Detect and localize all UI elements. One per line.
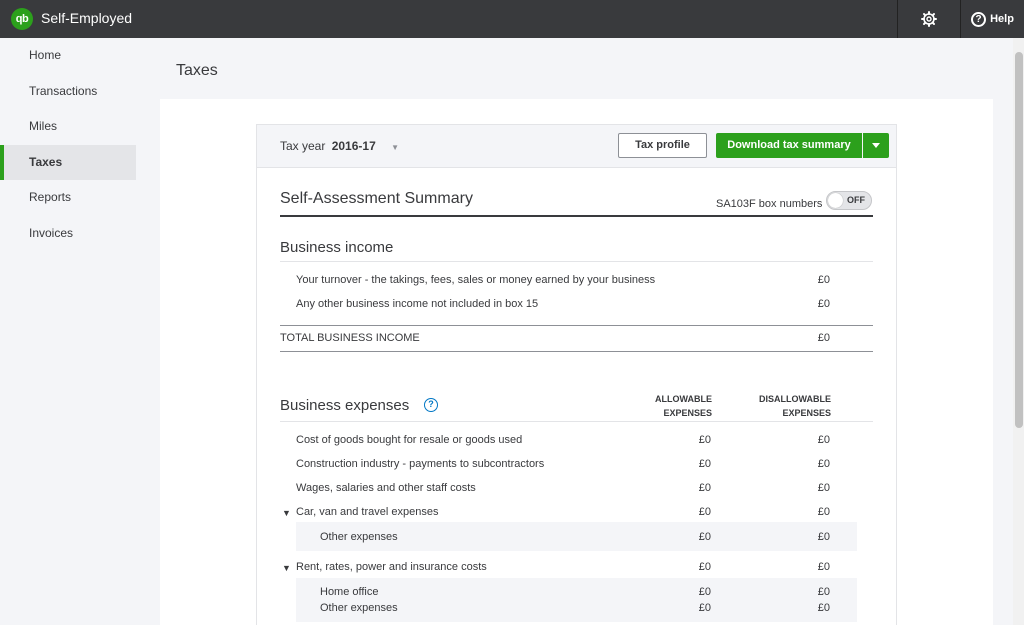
expense-row-label: Cost of goods bought for resale or goods…: [296, 434, 523, 446]
income-row-amount: £0: [817, 298, 830, 310]
sidebar-item-home[interactable]: Home: [0, 38, 136, 74]
divider: [280, 325, 873, 326]
disallowable-amount: £0: [817, 561, 830, 573]
settings-button[interactable]: [897, 0, 959, 38]
gear-icon: [920, 11, 937, 27]
download-options-button[interactable]: [863, 133, 889, 158]
sub-expense-label: Other expenses: [320, 531, 398, 543]
allowable-amount: £0: [698, 586, 711, 598]
col-header-line: ALLOWABLE: [655, 394, 712, 404]
tax-year-value: 2016-17: [331, 139, 376, 153]
help-button[interactable]: ? Help: [960, 0, 1024, 38]
sub-expense-group: [296, 578, 857, 622]
help-icon: ?: [971, 11, 987, 27]
col-header-line: EXPENSES: [663, 408, 712, 418]
income-row-amount: £0: [817, 274, 830, 286]
disallowable-amount: £0: [817, 458, 830, 470]
disallowable-amount: £0: [817, 531, 830, 543]
tax-year-dropdown[interactable]: Tax year 2016-17 ▼: [280, 139, 399, 153]
top-bar: qb Self-Employed ? Help: [0, 0, 1024, 38]
expand-toggle-icon[interactable]: ▼: [282, 563, 291, 573]
tax-year-label: Tax year: [280, 139, 326, 153]
sa103f-toggle[interactable]: OFF: [826, 191, 872, 210]
toggle-knob: [828, 193, 843, 208]
col-header-line: EXPENSES: [782, 408, 831, 418]
allowable-amount: £0: [698, 482, 711, 494]
allowable-amount: £0: [698, 531, 711, 543]
toggle-state: OFF: [847, 195, 865, 205]
expense-row-label: Rent, rates, power and insurance costs: [296, 561, 487, 573]
disallowable-amount: £0: [817, 434, 830, 446]
sub-expense-label: Other expenses: [320, 602, 398, 614]
col-header-line: DISALLOWABLE: [759, 394, 831, 404]
allowable-amount: £0: [698, 458, 711, 470]
chevron-down-icon: [872, 143, 880, 148]
expense-row-label: Wages, salaries and other staff costs: [296, 482, 476, 494]
sub-expense-label: Home office: [320, 586, 379, 598]
disallowable-column-header: DISALLOWABLE EXPENSES: [745, 392, 831, 420]
divider: [280, 351, 873, 352]
disallowable-amount: £0: [817, 602, 830, 614]
allowable-amount: £0: [698, 561, 711, 573]
quickbooks-logo-icon[interactable]: qb: [11, 8, 33, 30]
business-expenses-title: Business expenses: [280, 397, 410, 414]
disallowable-amount: £0: [817, 586, 830, 598]
tax-profile-button[interactable]: Tax profile: [618, 133, 707, 158]
info-icon[interactable]: ?: [424, 398, 438, 412]
allowable-amount: £0: [698, 506, 711, 518]
expense-row-label: Construction industry - payments to subc…: [296, 458, 545, 470]
sidebar-item-taxes[interactable]: Taxes: [0, 144, 136, 180]
sidebar-item-miles[interactable]: Miles: [0, 109, 136, 145]
caret-down-icon: ▼: [391, 143, 400, 152]
summary-divider: [280, 215, 873, 217]
total-income-label: TOTAL BUSINESS INCOME: [280, 332, 420, 344]
divider: [280, 421, 873, 422]
expense-row-label: Car, van and travel expenses: [296, 506, 439, 518]
allowable-column-header: ALLOWABLE EXPENSES: [640, 392, 712, 420]
sa103f-label: SA103F box numbers: [716, 198, 823, 210]
business-income-title: Business income: [280, 239, 394, 256]
expand-toggle-icon[interactable]: ▼: [282, 508, 291, 518]
summary-title: Self-Assessment Summary: [280, 190, 473, 207]
app-title: Self-Employed: [41, 10, 133, 26]
allowable-amount: £0: [698, 602, 711, 614]
income-row-label: Your turnover - the takings, fees, sales…: [296, 274, 656, 286]
total-income-amount: £0: [817, 332, 830, 344]
disallowable-amount: £0: [817, 482, 830, 494]
help-label: Help: [990, 13, 1014, 25]
sidebar-item-transactions[interactable]: Transactions: [0, 74, 136, 110]
income-row-label: Any other business income not included i…: [296, 298, 539, 310]
allowable-amount: £0: [698, 434, 711, 446]
sidebar: Home Transactions Miles Taxes Reports In…: [0, 38, 136, 251]
download-tax-summary-button[interactable]: Download tax summary: [716, 133, 862, 158]
page-title: Taxes: [176, 62, 218, 79]
scrollbar-thumb[interactable]: [1015, 52, 1023, 428]
disallowable-amount: £0: [817, 506, 830, 518]
sidebar-item-invoices[interactable]: Invoices: [0, 216, 136, 252]
divider: [280, 261, 873, 262]
sidebar-item-reports[interactable]: Reports: [0, 180, 136, 216]
